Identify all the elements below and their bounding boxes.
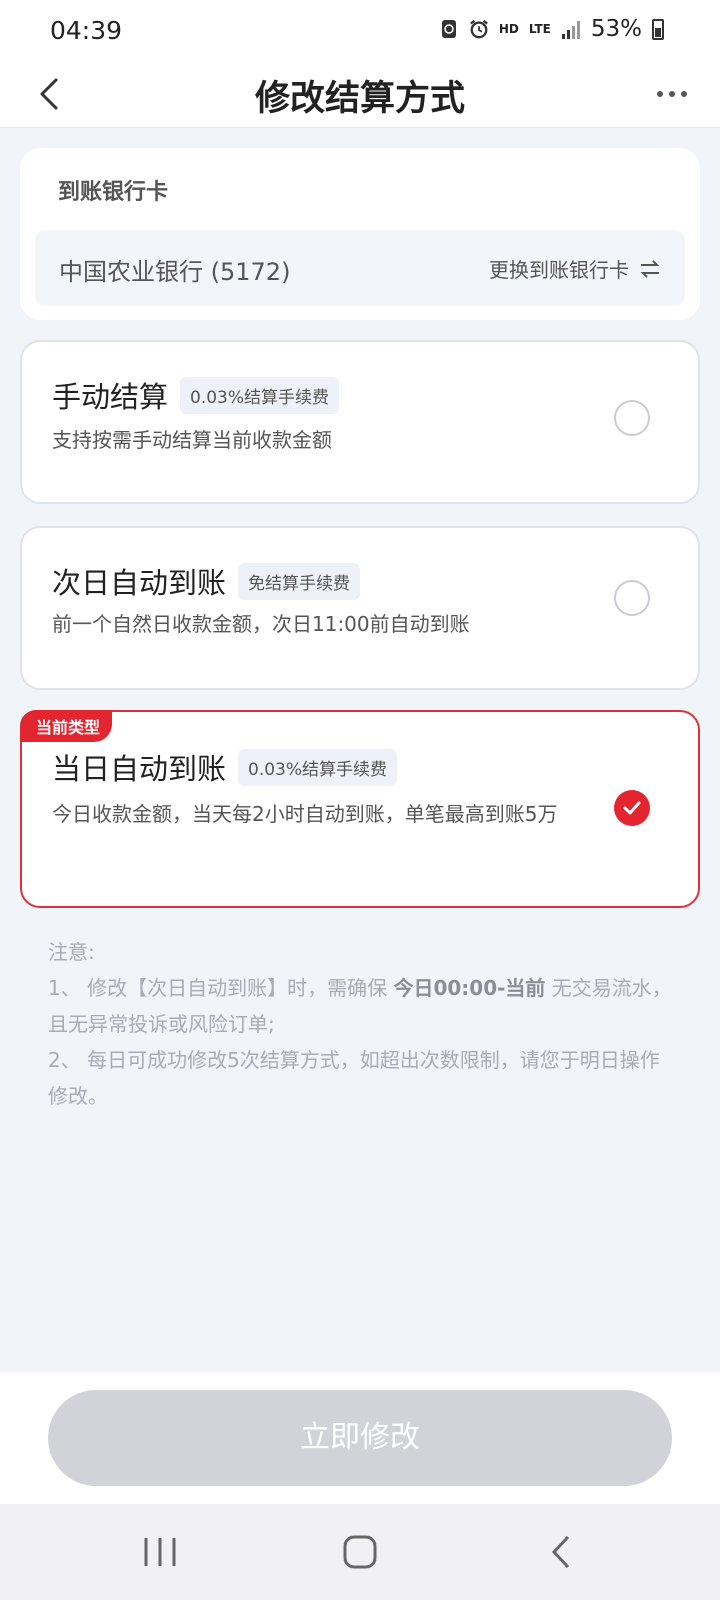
more-icon[interactable] bbox=[652, 76, 692, 112]
fee-tag: 0.03%结算手续费 bbox=[180, 376, 340, 414]
radio-button-checked[interactable] bbox=[614, 790, 650, 826]
option-title-row: 当日自动到账 0.03%结算手续费 bbox=[52, 746, 398, 788]
bank-account-row: 中国农业银行 (5172) 更换到账银行卡 bbox=[35, 230, 685, 306]
recent-apps-icon[interactable] bbox=[140, 1534, 180, 1570]
check-icon bbox=[623, 801, 641, 815]
radio-button[interactable] bbox=[614, 580, 650, 616]
battery-percent: 53% bbox=[590, 16, 642, 42]
option-same-day-auto[interactable]: 当前类型 当日自动到账 0.03%结算手续费 今日收款金额，当天每2小时自动到账… bbox=[20, 710, 700, 908]
lte-indicator: LTE bbox=[528, 22, 551, 36]
battery-icon bbox=[652, 18, 664, 40]
bank-card-section: 到账银行卡 中国农业银行 (5172) 更换到账银行卡 bbox=[20, 148, 700, 320]
hd-indicator: HD bbox=[498, 22, 519, 36]
bank-name: 中国农业银行 (5172) bbox=[59, 258, 291, 286]
status-icons: HD LTE 53% bbox=[439, 16, 664, 42]
fee-tag: 免结算手续费 bbox=[238, 562, 361, 600]
swap-icon bbox=[640, 259, 660, 278]
page-title: 修改结算方式 bbox=[254, 79, 465, 119]
recycle-icon bbox=[441, 20, 456, 38]
option-manual-settlement[interactable]: 手动结算 0.03%结算手续费 支持按需手动结算当前收款金额 bbox=[20, 340, 700, 504]
option-title: 次日自动到账 bbox=[52, 566, 227, 600]
option-title: 手动结算 bbox=[52, 380, 169, 414]
nav-bar: 修改结算方式 bbox=[0, 62, 720, 128]
fee-tag: 0.03%结算手续费 bbox=[238, 748, 398, 786]
bank-section-title: 到账银行卡 bbox=[58, 180, 169, 205]
home-icon[interactable] bbox=[340, 1534, 380, 1570]
option-description: 前一个自然日收款金额，次日11:00前自动到账 bbox=[52, 612, 470, 636]
note-1-bold: 今日00:00-当前 bbox=[393, 976, 546, 1000]
notes-section: 注意: 1、 修改【次日自动到账】时，需确保 今日00:00-当前 无交易流水，… bbox=[48, 934, 678, 1114]
option-description: 支持按需手动结算当前收款金额 bbox=[52, 428, 332, 452]
signal-icon bbox=[561, 21, 580, 39]
radio-button[interactable] bbox=[614, 400, 650, 436]
option-description: 今日收款金额，当天每2小时自动到账，单笔最高到账5万 bbox=[52, 802, 558, 826]
status-time: 04:39 bbox=[50, 16, 123, 45]
option-next-day-auto[interactable]: 次日自动到账 免结算手续费 前一个自然日收款金额，次日11:00前自动到账 bbox=[20, 526, 700, 690]
system-nav-bar bbox=[0, 1504, 720, 1600]
option-title: 当日自动到账 bbox=[52, 752, 227, 786]
note-item-2: 2、 每日可成功修改5次结算方式，如超出次数限制，请您于明日操作修改。 bbox=[48, 1048, 660, 1108]
submit-button[interactable]: 立即修改 bbox=[48, 1390, 672, 1486]
current-type-badge: 当前类型 bbox=[20, 710, 113, 742]
back-icon[interactable] bbox=[548, 1534, 578, 1570]
note-item-1: 1、 修改【次日自动到账】时，需确保 今日00:00-当前 无交易流水，且无异常… bbox=[48, 970, 678, 1042]
bottom-action-bar: 立即修改 bbox=[0, 1372, 720, 1504]
notes-heading: 注意: bbox=[48, 940, 95, 964]
note-1-prefix: 1、 修改【次日自动到账】时，需确保 bbox=[48, 976, 394, 1000]
option-title-row: 次日自动到账 免结算手续费 bbox=[52, 560, 361, 602]
alarm-icon bbox=[469, 19, 488, 39]
status-bar: 04:39 HD LTE 53% bbox=[0, 0, 720, 62]
change-bank-button[interactable]: 更换到账银行卡 bbox=[489, 254, 661, 283]
option-title-row: 手动结算 0.03%结算手续费 bbox=[52, 374, 340, 416]
change-bank-label: 更换到账银行卡 bbox=[489, 258, 629, 282]
